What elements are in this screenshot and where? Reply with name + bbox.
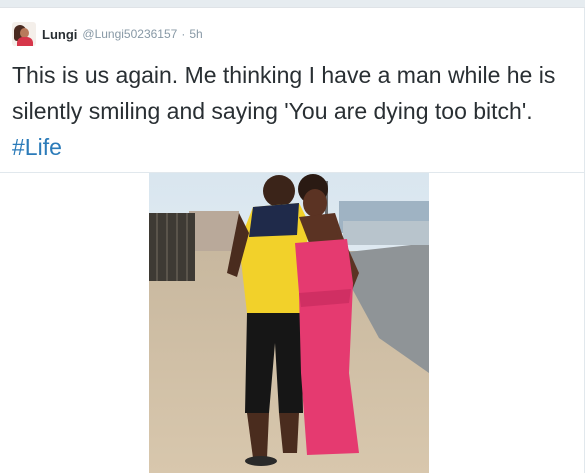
user-handle[interactable]: @Lungi50236157 bbox=[82, 27, 177, 41]
tweet-header: Lungi @Lungi50236157 · 5h bbox=[12, 22, 203, 46]
photo-fence bbox=[149, 213, 195, 281]
hashtag-link[interactable]: #Life bbox=[12, 134, 62, 160]
photo-illustration bbox=[149, 173, 429, 473]
tweet-body: This is us again. Me thinking I have a m… bbox=[12, 62, 556, 124]
avatar[interactable] bbox=[12, 22, 36, 46]
timeline-top-border bbox=[0, 0, 585, 8]
meta-separator: · bbox=[181, 27, 186, 41]
avatar-shirt-shape bbox=[17, 37, 33, 46]
tweet-timestamp[interactable]: 5h bbox=[189, 27, 202, 41]
tweet-text: This is us again. Me thinking I have a m… bbox=[12, 57, 572, 165]
photo-building-left bbox=[189, 211, 239, 251]
display-name[interactable]: Lungi bbox=[42, 27, 77, 42]
tweet-photo[interactable] bbox=[149, 173, 429, 473]
photo-house-wall bbox=[343, 221, 429, 245]
